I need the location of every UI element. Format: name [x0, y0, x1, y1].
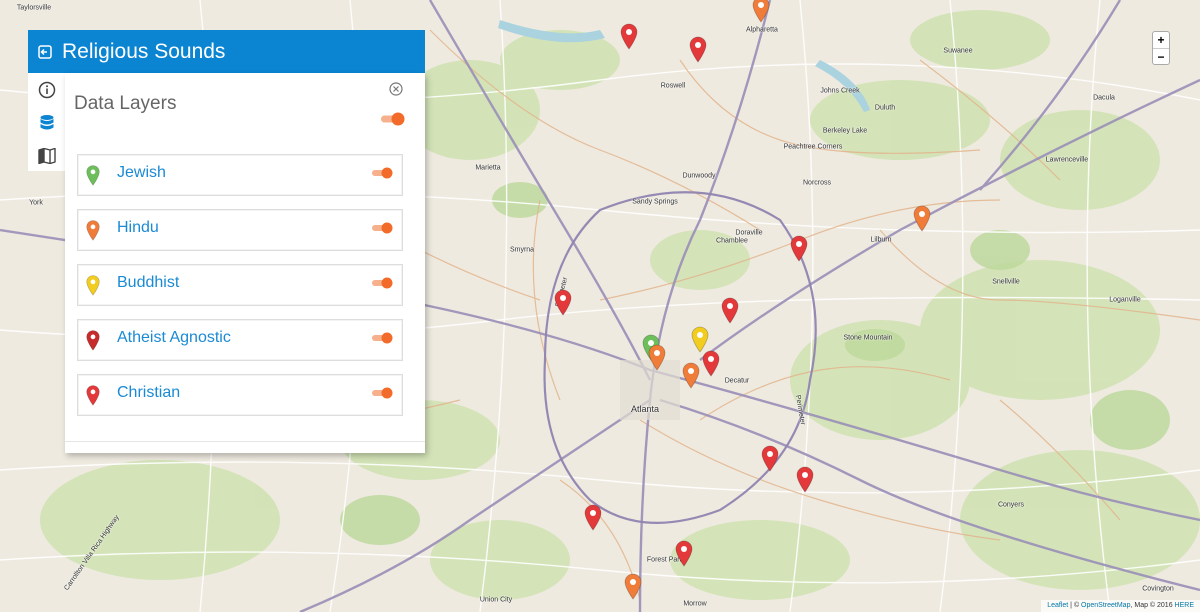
place-label: Johns Creek [820, 87, 860, 95]
map-marker[interactable] [795, 465, 815, 493]
map-pin-icon [85, 219, 101, 246]
place-label: Suwanee [943, 47, 973, 55]
map-marker[interactable] [912, 204, 932, 232]
attribution-text: , Map © 2016 [1130, 602, 1175, 609]
place-label: Atlanta [630, 404, 660, 414]
place-label: Covington [1142, 585, 1174, 593]
place-label: Chamblee [716, 237, 748, 245]
map-marker[interactable] [681, 361, 701, 389]
pane-title: Data Layers [74, 93, 177, 114]
map-pin-icon [85, 274, 101, 301]
place-label: Alpharetta [746, 26, 778, 34]
zoom-in-button[interactable]: + [1153, 32, 1169, 48]
place-label: Dacula [1093, 94, 1115, 102]
place-label: Doraville [735, 229, 763, 237]
place-label: Roswell [660, 82, 686, 90]
map-marker[interactable] [720, 296, 740, 324]
layer-label[interactable]: Christian [117, 384, 180, 402]
sidebar-title: Religious Sounds [62, 39, 226, 63]
layer-toggle[interactable] [371, 330, 395, 346]
map-marker[interactable] [701, 349, 721, 377]
map-marker[interactable] [751, 0, 771, 23]
map-attribution: Leaflet | © OpenStreetMap, Map © 2016 HE… [1041, 600, 1200, 612]
place-label: Duluth [874, 104, 896, 112]
tab-data-layers[interactable] [28, 106, 65, 139]
place-label: Stone Mountain [843, 334, 893, 342]
zoom-out-button[interactable]: − [1153, 48, 1169, 64]
layer-row-atheist-agnostic: Atheist Agnostic [77, 319, 403, 361]
place-label: Decatur [724, 377, 750, 385]
place-label: Sandy Springs [632, 198, 678, 206]
map-marker[interactable] [583, 503, 603, 531]
place-label: Berkeley Lake [822, 127, 868, 135]
place-label: Smyrna [509, 246, 535, 254]
data-layers-pane: Data Layers Jewish Hindu Buddhist Atheis… [65, 73, 425, 453]
info-icon [38, 81, 56, 99]
map-pin-icon [85, 164, 101, 191]
collapse-sidebar-icon[interactable] [38, 44, 52, 59]
layer-label[interactable]: Buddhist [117, 274, 179, 292]
leaflet-link[interactable]: Leaflet [1047, 602, 1068, 609]
place-label: Snellville [992, 278, 1020, 286]
map-marker[interactable] [789, 234, 809, 262]
sidebar-tabs [28, 73, 65, 171]
layer-label[interactable]: Hindu [117, 219, 159, 237]
place-label: Norcross [802, 179, 832, 187]
all-layers-toggle[interactable] [380, 111, 405, 127]
place-label: Union City [479, 596, 513, 604]
layer-toggle[interactable] [371, 385, 395, 401]
layer-list: Jewish Hindu Buddhist Atheist Agnostic C… [77, 154, 403, 429]
layer-label[interactable]: Atheist Agnostic [117, 329, 231, 347]
sidebar-header: Religious Sounds [28, 30, 425, 73]
map-marker[interactable] [688, 35, 708, 63]
place-label: Conyers [997, 501, 1025, 509]
place-label: Loganville [1109, 296, 1141, 304]
map-pin-icon [85, 384, 101, 411]
place-label: Dunwoody [682, 172, 716, 180]
layer-row-buddhist: Buddhist [77, 264, 403, 306]
map-pin-icon [85, 329, 101, 356]
place-label: Lawrenceville [1045, 156, 1089, 164]
map-marker[interactable] [760, 444, 780, 472]
pane-divider [65, 441, 425, 442]
layer-toggle[interactable] [371, 220, 395, 236]
layer-toggle[interactable] [371, 165, 395, 181]
place-label: Marietta [475, 164, 501, 172]
map-marker[interactable] [619, 22, 639, 50]
map-marker[interactable] [647, 343, 667, 371]
map-marker[interactable] [553, 288, 573, 316]
place-label: Taylorsville [16, 4, 52, 12]
layer-toggle[interactable] [371, 275, 395, 291]
attribution-separator: | © [1068, 602, 1082, 609]
layer-label[interactable]: Jewish [117, 164, 166, 182]
place-label: Peachtree Corners [783, 143, 843, 151]
zoom-control: + − [1152, 31, 1170, 65]
layer-row-hindu: Hindu [77, 209, 403, 251]
place-label: York [29, 199, 43, 207]
tab-info[interactable] [28, 73, 65, 106]
database-icon [39, 114, 55, 132]
close-icon[interactable] [389, 82, 403, 96]
tab-map[interactable] [28, 139, 65, 172]
layer-row-jewish: Jewish [77, 154, 403, 196]
openstreetmap-link[interactable]: OpenStreetMap [1081, 602, 1130, 609]
map-icon [37, 147, 56, 164]
here-link[interactable]: HERE [1175, 602, 1194, 609]
place-label: Lilburn [870, 236, 892, 244]
layer-row-christian: Christian [77, 374, 403, 416]
map-marker[interactable] [674, 539, 694, 567]
place-label: Morrow [683, 600, 707, 608]
map-marker[interactable] [623, 572, 643, 600]
